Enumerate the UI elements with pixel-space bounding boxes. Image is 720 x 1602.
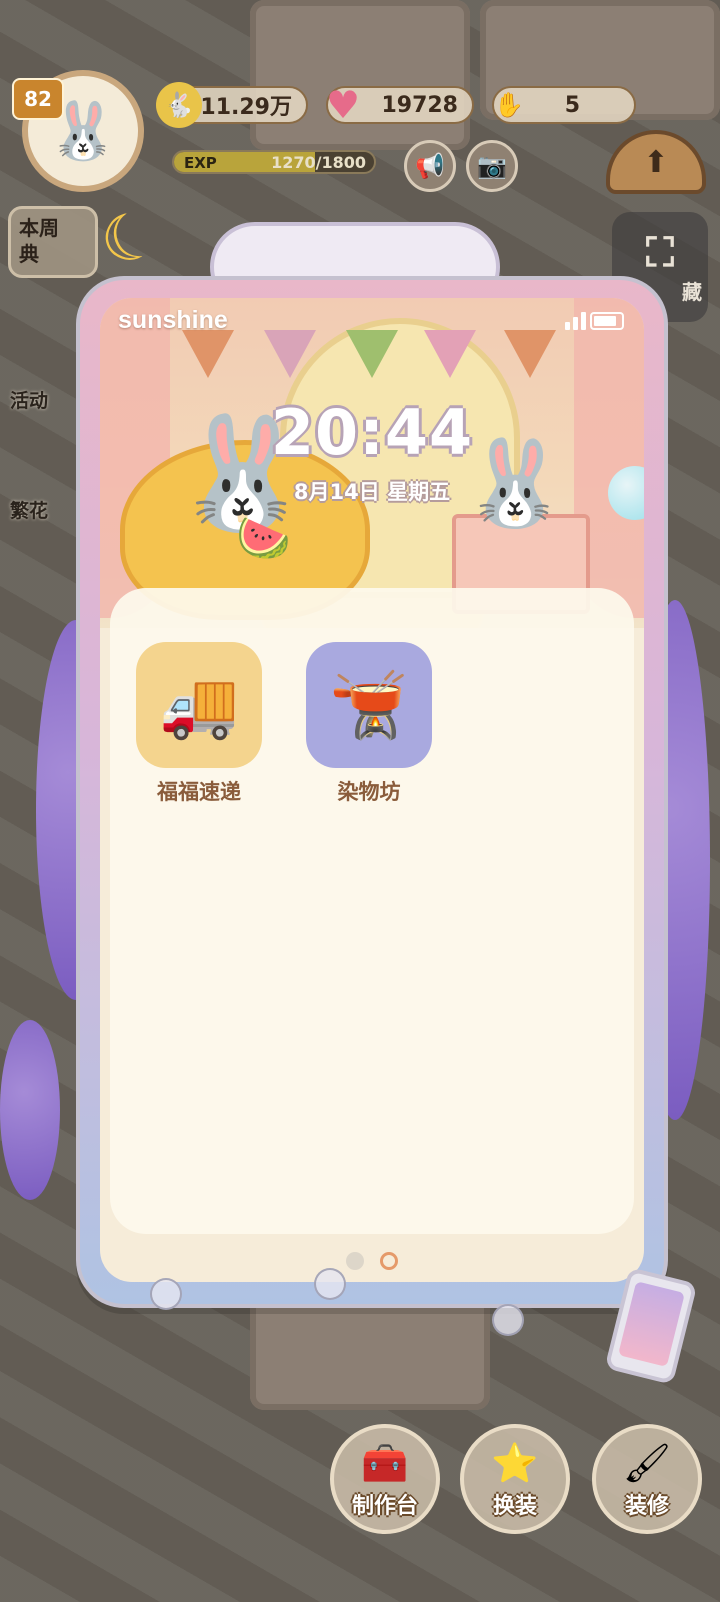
craft-label: 制作台 xyxy=(351,1494,418,1519)
paint-roller-icon: 🖌 xyxy=(622,1441,672,1485)
app-dye-workshop[interactable]: 🫕 染物坊 xyxy=(306,642,432,806)
bunting-flag xyxy=(424,330,476,378)
touch-indicator xyxy=(150,1278,182,1310)
carrier-name: sunshine xyxy=(118,306,228,334)
announcement-button[interactable]: 📢 xyxy=(404,140,456,192)
exp-label: EXP xyxy=(184,154,217,172)
decorate-label: 装修 xyxy=(624,1494,669,1519)
page-indicator xyxy=(100,1252,644,1270)
outfit-icon: ⭐ xyxy=(491,1441,539,1485)
page-dot-current[interactable] xyxy=(380,1252,398,1270)
phone-screen: 🐰 🍉 🐰 sunshine 20:44 8月14日 星期五 🚚 福福速递 🫕 … xyxy=(100,298,644,1282)
bunting-flag xyxy=(346,330,398,378)
heart-icon: ♥ xyxy=(325,83,361,127)
craft-button[interactable]: 🧰 制作台 xyxy=(330,1424,440,1534)
battery-icon xyxy=(590,312,624,330)
workbench-icon: 🧰 xyxy=(361,1441,409,1485)
weekly-button[interactable]: 本周 典 xyxy=(8,206,98,278)
purple-ribbon xyxy=(0,1020,60,1200)
bunting-flag xyxy=(264,330,316,378)
coin-counter[interactable]: 🐇 11.29万 xyxy=(156,82,308,128)
arrow-up-icon: ⬆ xyxy=(643,144,669,180)
wallpaper: 🐰 🍉 🐰 sunshine 20:44 8月14日 星期五 xyxy=(100,298,644,628)
camera-icon: 📷 xyxy=(477,152,507,180)
level-badge: 82 xyxy=(12,78,64,120)
watermelon-icon: 🍉 xyxy=(236,513,291,564)
phone-overlay: 🐰 🍉 🐰 sunshine 20:44 8月14日 星期五 🚚 福福速递 🫕 … xyxy=(76,276,668,1308)
heart-value: 19728 xyxy=(381,92,458,118)
app-panel: 🚚 福福速递 🫕 染物坊 xyxy=(110,588,634,1234)
megaphone-icon: 📢 xyxy=(415,152,445,180)
background-house xyxy=(250,0,470,150)
dress-button[interactable]: ⭐ 换装 xyxy=(460,1424,570,1534)
energy-counter[interactable]: ✋ 5 xyxy=(492,86,636,124)
app-delivery[interactable]: 🚚 福福速递 xyxy=(136,642,262,806)
heart-counter[interactable]: ♥ 19728 xyxy=(326,83,474,127)
bunting-flag xyxy=(182,330,234,378)
collect-label: 藏 xyxy=(682,279,702,304)
magic-glove-icon: ✋ xyxy=(494,91,524,119)
signal-icon xyxy=(565,312,586,330)
decorate-button[interactable]: 🖌 装修 xyxy=(592,1424,702,1534)
weekly-label: 本周 典 xyxy=(19,216,59,266)
coin-value: 11.29万 xyxy=(200,95,292,120)
exp-value: 1270/1800 xyxy=(271,153,366,172)
event-button-label[interactable]: 活动 xyxy=(10,386,48,413)
background-house xyxy=(250,1290,490,1410)
exp-bar: EXP 1270/1800 xyxy=(172,150,376,174)
delivery-truck-icon: 🚚 xyxy=(136,642,262,768)
dye-cauldron-icon: 🫕 xyxy=(306,642,432,768)
dress-label: 换装 xyxy=(492,1494,537,1519)
flower-button-label[interactable]: 繁花 xyxy=(10,496,48,523)
touch-indicator xyxy=(492,1304,524,1336)
camera-button[interactable]: 📷 xyxy=(466,140,518,192)
clock-time: 20:44 xyxy=(270,396,474,469)
page-dot[interactable] xyxy=(346,1252,364,1270)
fullscreen-icon: ⛶ xyxy=(646,229,674,276)
energy-value: 5 xyxy=(564,92,580,118)
app-label: 福福速递 xyxy=(157,780,241,804)
bunting-flag xyxy=(504,330,556,378)
app-label: 染物坊 xyxy=(337,780,401,804)
coin-icon: 🐇 xyxy=(156,82,202,128)
touch-indicator xyxy=(314,1268,346,1300)
clock-date: 8月14日 星期五 xyxy=(293,480,451,504)
